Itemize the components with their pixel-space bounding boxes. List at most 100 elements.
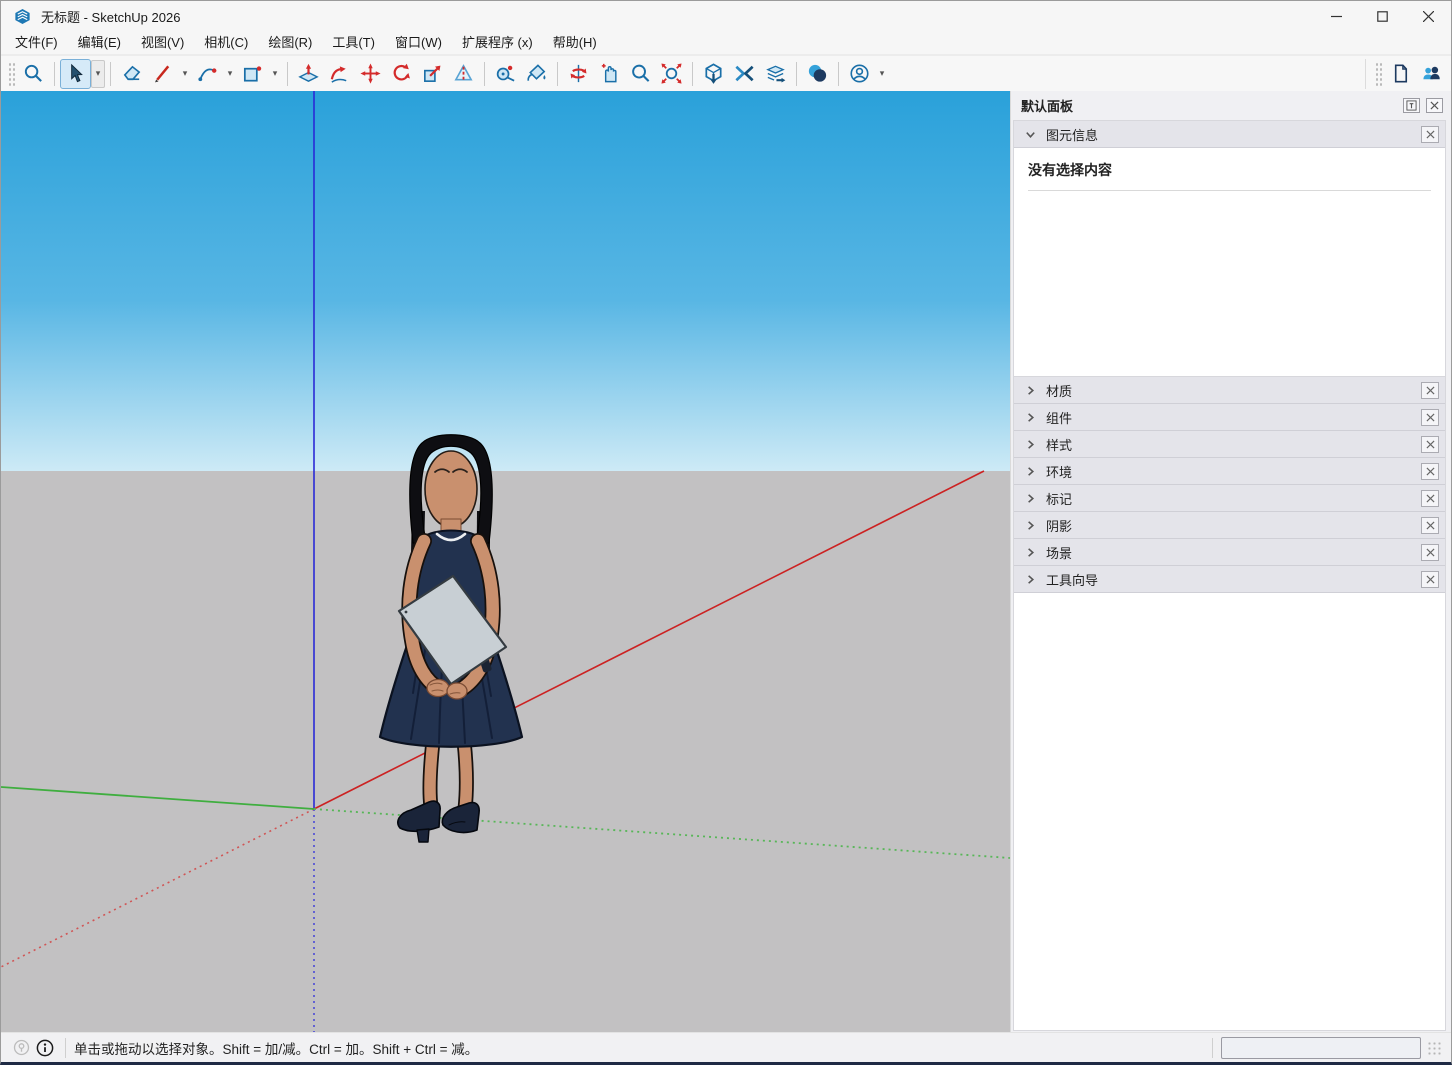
menu-help[interactable]: 帮助(H) [543,31,607,55]
line-tool-dropdown[interactable]: ▾ [178,59,192,89]
section-entity-info[interactable]: 图元信息 [1014,121,1445,148]
entity-info-content: 没有选择内容 [1014,148,1445,377]
close-icon [1426,467,1435,476]
toolbar-grip[interactable] [1375,62,1382,86]
section-label: 场景 [1046,543,1072,562]
title-bar: 无标题 - SketchUp 2026 [1,1,1451,31]
section-close-button[interactable] [1421,463,1439,480]
section-close-button[interactable] [1421,126,1439,143]
menu-camera[interactable]: 相机(C) [194,31,258,55]
menu-window[interactable]: 窗口(W) [385,31,452,55]
menu-draw[interactable]: 绘图(R) [258,31,322,55]
info-button[interactable] [33,1036,57,1060]
account-dropdown[interactable]: ▾ [875,59,889,89]
offset-tool-button[interactable] [448,59,479,89]
section-scenes[interactable]: 场景 [1014,539,1445,566]
menu-tools[interactable]: 工具(T) [322,31,385,55]
search-button[interactable] [18,59,49,89]
push-pull-icon [297,62,320,85]
styles-shapes-button[interactable] [802,59,833,89]
tray-sections: 图元信息 没有选择内容 材质 组件 [1013,120,1446,1031]
section-close-button[interactable] [1421,490,1439,507]
measurement-input[interactable] [1221,1037,1421,1059]
resize-grip[interactable] [1427,1041,1443,1057]
section-materials[interactable]: 材质 [1014,377,1445,404]
section-close-button[interactable] [1421,409,1439,426]
move-tool-button[interactable] [355,59,386,89]
paint-bucket-tool-button[interactable] [521,59,552,89]
left-leg [430,741,433,807]
chevron-right-icon [1024,573,1037,586]
arc-tool-dropdown[interactable]: ▾ [223,59,237,89]
tray-pin-button[interactable] [1403,98,1420,113]
account-button[interactable] [844,59,875,89]
section-environment[interactable]: 环境 [1014,458,1445,485]
close-button[interactable] [1405,1,1451,31]
section-tags[interactable]: 标记 [1014,485,1445,512]
scale-tool-button[interactable] [417,59,448,89]
move-icon [359,62,382,85]
section-shadows[interactable]: 阴影 [1014,512,1445,539]
section-close-button[interactable] [1421,517,1439,534]
collaborate-button[interactable] [1416,59,1447,89]
maximize-button[interactable] [1359,1,1405,31]
viewport[interactable] [1,91,1010,1033]
follow-me-tool-button[interactable] [324,59,355,89]
close-icon [1426,494,1435,503]
3d-warehouse-button[interactable] [698,59,729,89]
paint-bucket-icon [525,62,548,85]
toolbar-grip[interactable] [8,62,15,86]
orbit-tool-button[interactable] [563,59,594,89]
viewport-canvas[interactable] [1,91,1010,1033]
tray-close-button[interactable] [1426,98,1443,113]
new-document-button[interactable] [1385,59,1416,89]
geolocation-button[interactable] [9,1036,33,1060]
laptop-logo-dot [405,611,408,614]
section-label: 工具向导 [1046,570,1098,589]
statusbar-separator [65,1038,66,1058]
3d-warehouse-icon [702,62,725,85]
share-model-button[interactable] [760,59,791,89]
section-close-button[interactable] [1421,436,1439,453]
eraser-tool-button[interactable] [116,59,147,89]
pencil-icon [151,62,174,85]
section-label: 样式 [1046,435,1072,454]
close-icon [1426,413,1435,422]
section-instructor[interactable]: 工具向导 [1014,566,1445,593]
extension-warehouse-button[interactable] [729,59,760,89]
minimize-button[interactable] [1313,1,1359,31]
toolbar-separator [692,62,693,86]
section-close-button[interactable] [1421,544,1439,561]
ground [1,471,1010,1033]
zoom-icon [629,62,652,85]
zoom-extents-button[interactable] [656,59,687,89]
menu-view[interactable]: 视图(V) [131,31,194,55]
line-tool-button[interactable] [147,59,178,89]
no-selection-text: 没有选择内容 [1028,160,1431,191]
chevron-right-icon [1024,519,1037,532]
section-components[interactable]: 组件 [1014,404,1445,431]
rectangle-tool-button[interactable] [237,59,268,89]
section-close-button[interactable] [1421,571,1439,588]
push-pull-tool-button[interactable] [293,59,324,89]
select-tool-button[interactable] [60,59,91,89]
tray-empty-area [1014,593,1445,1030]
pan-tool-button[interactable] [594,59,625,89]
rotate-tool-button[interactable] [386,59,417,89]
chevron-down-icon [1024,128,1037,141]
section-close-button[interactable] [1421,382,1439,399]
scale-icon [421,62,444,85]
tape-measure-tool-button[interactable] [490,59,521,89]
window-controls [1313,1,1451,31]
arc-tool-button[interactable] [192,59,223,89]
menu-extensions[interactable]: 扩展程序 (x) [452,31,543,55]
menu-file[interactable]: 文件(F) [5,31,68,55]
menu-edit[interactable]: 编辑(E) [68,31,131,55]
rectangle-icon [241,62,264,85]
section-label: 阴影 [1046,516,1072,535]
zoom-tool-button[interactable] [625,59,656,89]
rectangle-tool-dropdown[interactable]: ▾ [268,59,282,89]
select-tool-dropdown[interactable]: ▾ [91,60,105,88]
orbit-icon [567,62,590,85]
section-styles[interactable]: 样式 [1014,431,1445,458]
